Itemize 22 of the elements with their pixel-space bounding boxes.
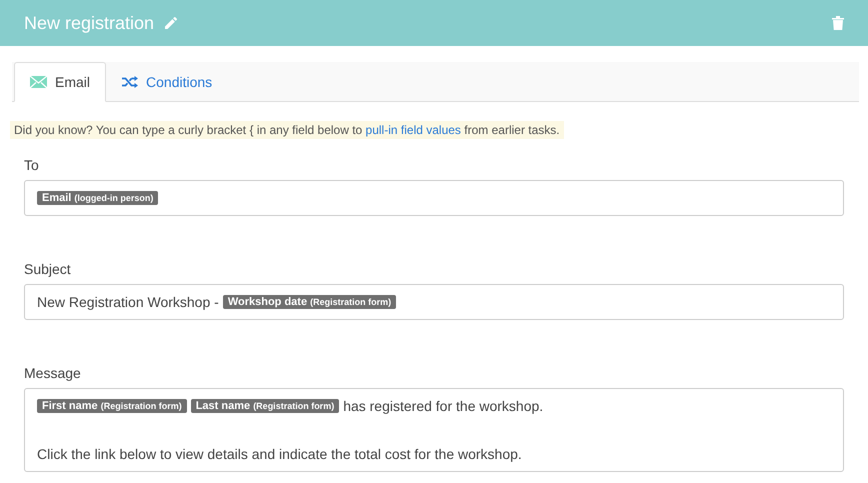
field-token[interactable]: Email (logged-in person) <box>37 191 158 205</box>
field-label: Subject <box>24 261 72 277</box>
tip-text: Did you know? You can type a curly bracket { in any field below to pull-in field values from earlier tasks. <box>10 121 564 139</box>
envelope-icon <box>30 76 47 88</box>
shuffle-icon <box>122 76 138 88</box>
help-link[interactable]: pull-in field values <box>366 123 461 137</box>
tab[interactable]: Email <box>14 62 106 102</box>
trash-icon[interactable] <box>832 16 844 30</box>
tab[interactable]: Conditions <box>106 62 228 102</box>
field-label: Message <box>24 365 82 381</box>
field-token[interactable]: Last name (Registration form) <box>190 399 340 413</box>
edit-icon[interactable] <box>164 16 178 30</box>
field-text: has registered for the workshop. <box>343 398 544 414</box>
page-title: New registration <box>24 12 154 34</box>
field-label: To <box>24 157 40 173</box>
field-token[interactable]: Workshop date (Registration form) <box>222 295 396 309</box>
field-token[interactable]: First name (Registration form) <box>37 399 187 413</box>
input-field[interactable]: Email (logged-in person) <box>24 180 844 216</box>
input-field[interactable]: New Registration Workshop - Workshop date (Registration form) <box>24 284 844 320</box>
field-text: New Registration Workshop - <box>37 294 219 310</box>
field-text: Click the link below to view details and indicate the total cost for the workshop. <box>37 446 522 462</box>
input-field[interactable]: First name (Registration form) Last name (Registration form) has registered for the workshop. Click the link below to view details and indicate the total cost for the workshop. <box>24 388 844 472</box>
